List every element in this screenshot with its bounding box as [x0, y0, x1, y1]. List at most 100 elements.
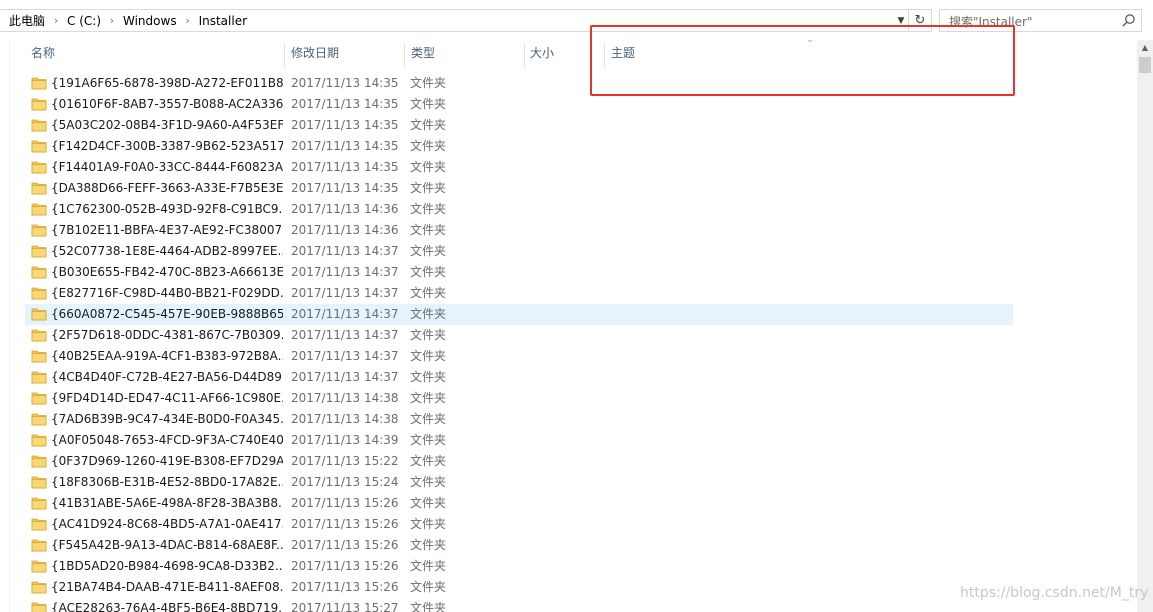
list-item[interactable]: {9FD4D14D-ED47-4C11-AF66-1C980E... 2017/1…: [25, 388, 1013, 409]
file-name[interactable]: {1C762300-052B-493D-92F8-C91BC9...: [51, 199, 283, 220]
scroll-up-icon[interactable]: ▲: [1137, 40, 1153, 56]
folder-icon: [31, 203, 47, 216]
list-item[interactable]: {A0F05048-7653-4FCD-9F3A-C740E40... 2017/…: [25, 430, 1013, 451]
file-name[interactable]: {F14401A9-F0A0-33CC-8444-F60823A...: [51, 157, 283, 178]
folder-icon: [31, 329, 47, 342]
chevron-right-icon[interactable]: ›: [179, 14, 197, 27]
file-name[interactable]: {ACE28263-76A4-4BF5-B6E4-8BD719...: [51, 598, 283, 612]
folder-icon: [31, 77, 47, 90]
folder-icon: [31, 560, 47, 573]
column-header-row: 名称 修改日期 类型 大小 主题 ⌄: [0, 36, 1137, 68]
file-type: 文件夹: [410, 307, 447, 321]
list-item[interactable]: {AC41D924-8C68-4BD5-A7A1-0AE417... 2017/1…: [25, 514, 1013, 535]
chevron-right-icon[interactable]: ›: [47, 14, 65, 27]
list-item[interactable]: {F142D4CF-300B-3387-9B62-523A517... 2017/…: [25, 136, 1013, 157]
column-header-name[interactable]: 名称: [25, 40, 284, 68]
file-type: 文件夹: [410, 223, 447, 237]
list-item[interactable]: {1BD5AD20-B984-4698-9CA8-D33B2... 2017/11…: [25, 556, 1013, 577]
file-name[interactable]: {2F57D618-0DDC-4381-867C-7B0309...: [51, 325, 283, 346]
file-modified-date: 2017/11/13 15:26: [291, 559, 399, 573]
list-item[interactable]: {F545A42B-9A13-4DAC-B814-68AE8F... 2017/1…: [25, 535, 1013, 556]
file-name[interactable]: {DA388D66-FEFF-3663-A33E-F7B5E3E...: [51, 178, 283, 199]
file-name[interactable]: {21BA74B4-DAAB-471E-B411-8AEF08...: [51, 577, 283, 598]
folder-icon: [31, 287, 47, 300]
file-name[interactable]: {0F37D969-1260-419E-B308-EF7D29A...: [51, 451, 283, 472]
list-item[interactable]: {7AD6B39B-9C47-434E-B0D0-F0A345... 2017/1…: [25, 409, 1013, 430]
list-item[interactable]: {191A6F65-6878-398D-A272-EF011B8... 2017/…: [25, 73, 1013, 94]
list-item[interactable]: {01610F6F-8AB7-3557-B088-AC2A336... 2017/…: [25, 94, 1013, 115]
list-item[interactable]: {52C07738-1E8E-4464-ADB2-8997EE... 2017/1…: [25, 241, 1013, 262]
file-name[interactable]: {5A03C202-08B4-3F1D-9A60-A4F53EF...: [51, 115, 283, 136]
file-name[interactable]: {7B102E11-BBFA-4E37-AE92-FC38007...: [51, 220, 283, 241]
search-input[interactable]: 搜索"Installer": [939, 9, 1142, 32]
list-item[interactable]: {7B102E11-BBFA-4E37-AE92-FC38007... 2017/…: [25, 220, 1013, 241]
file-type: 文件夹: [410, 454, 447, 468]
list-item[interactable]: {DA388D66-FEFF-3663-A33E-F7B5E3E... 2017/…: [25, 178, 1013, 199]
list-item[interactable]: {1C762300-052B-493D-92F8-C91BC9... 2017/1…: [25, 199, 1013, 220]
breadcrumb-this-pc[interactable]: 此电脑: [7, 12, 47, 29]
column-header-type[interactable]: 类型: [405, 40, 524, 68]
file-name[interactable]: {191A6F65-6878-398D-A272-EF011B8...: [51, 73, 283, 94]
folder-icon: [31, 434, 47, 447]
file-name[interactable]: {40B25EAA-919A-4CF1-B383-972B8A...: [51, 346, 283, 367]
file-type: 文件夹: [410, 496, 447, 510]
file-modified-date: 2017/11/13 14:37: [291, 370, 399, 384]
chevron-right-icon[interactable]: ›: [103, 14, 121, 27]
column-header-modified[interactable]: 修改日期: [285, 40, 404, 68]
file-name[interactable]: {41B31ABE-5A6E-498A-8F28-3BA3B8...: [51, 493, 283, 514]
file-name[interactable]: {A0F05048-7653-4FCD-9F3A-C740E40...: [51, 430, 283, 451]
file-type: 文件夹: [410, 202, 447, 216]
list-item[interactable]: {660A0872-C545-457E-90EB-9888B65... 2017/…: [25, 304, 1013, 325]
search-placeholder: 搜索"Installer": [949, 15, 1033, 29]
file-modified-date: 2017/11/13 15:27: [291, 601, 399, 612]
explorer-window: 此电脑 › C (C:) › Windows › Installer ▼ ↻ 搜…: [0, 0, 1153, 612]
column-header-size[interactable]: 大小: [524, 40, 604, 68]
folder-icon: [31, 581, 47, 594]
file-type: 文件夹: [410, 412, 447, 426]
list-item[interactable]: {5A03C202-08B4-3F1D-9A60-A4F53EF... 2017/…: [25, 115, 1013, 136]
file-modified-date: 2017/11/13 14:38: [291, 391, 399, 405]
list-item[interactable]: {0F37D969-1260-419E-B308-EF7D29A... 2017/…: [25, 451, 1013, 472]
list-item[interactable]: {B030E655-FB42-470C-8B23-A66613E... 2017/…: [25, 262, 1013, 283]
file-name[interactable]: {1BD5AD20-B984-4698-9CA8-D33B2...: [51, 556, 283, 577]
file-name[interactable]: {E827716F-C98D-44B0-BB21-F029DD...: [51, 283, 283, 304]
list-item[interactable]: {F14401A9-F0A0-33CC-8444-F60823A... 2017/…: [25, 157, 1013, 178]
file-name[interactable]: {F545A42B-9A13-4DAC-B814-68AE8F...: [51, 535, 283, 556]
breadcrumb-installer[interactable]: Installer: [197, 14, 249, 28]
breadcrumb-windows[interactable]: Windows: [121, 14, 179, 28]
file-modified-date: 2017/11/13 14:36: [291, 223, 399, 237]
chevron-down-icon[interactable]: ▼: [895, 15, 907, 27]
list-item[interactable]: {21BA74B4-DAAB-471E-B411-8AEF08... 2017/1…: [25, 577, 1013, 598]
folder-icon: [31, 266, 47, 279]
file-name[interactable]: {4CB4D40F-C72B-4E27-BA56-D44D89...: [51, 367, 283, 388]
file-type: 文件夹: [410, 181, 447, 195]
list-item[interactable]: {41B31ABE-5A6E-498A-8F28-3BA3B8... 2017/1…: [25, 493, 1013, 514]
scrollbar-thumb[interactable]: [1139, 57, 1151, 73]
file-name[interactable]: {18F8306B-E31B-4E52-8BD0-17A82E...: [51, 472, 283, 493]
file-name[interactable]: {F142D4CF-300B-3387-9B62-523A517...: [51, 136, 283, 157]
file-type: 文件夹: [410, 97, 447, 111]
breadcrumb-c-drive[interactable]: C (C:): [65, 14, 103, 28]
file-type: 文件夹: [410, 118, 447, 132]
file-type: 文件夹: [410, 244, 447, 258]
file-name[interactable]: {B030E655-FB42-470C-8B23-A66613E...: [51, 262, 283, 283]
file-name[interactable]: {52C07738-1E8E-4464-ADB2-8997EE...: [51, 241, 283, 262]
file-name[interactable]: {01610F6F-8AB7-3557-B088-AC2A336...: [51, 94, 283, 115]
folder-icon: [31, 140, 47, 153]
vertical-scrollbar[interactable]: ▲: [1137, 40, 1153, 612]
list-item[interactable]: {2F57D618-0DDC-4381-867C-7B0309... 2017/1…: [25, 325, 1013, 346]
list-item[interactable]: {18F8306B-E31B-4E52-8BD0-17A82E... 2017/1…: [25, 472, 1013, 493]
file-name[interactable]: {660A0872-C545-457E-90EB-9888B65...: [51, 304, 283, 325]
address-bar[interactable]: 此电脑 › C (C:) › Windows › Installer ▼ ↻: [0, 9, 932, 32]
list-item[interactable]: {4CB4D40F-C72B-4E27-BA56-D44D89... 2017/1…: [25, 367, 1013, 388]
search-icon[interactable]: [1121, 13, 1136, 28]
file-type: 文件夹: [410, 265, 447, 279]
list-item[interactable]: {E827716F-C98D-44B0-BB21-F029DD... 2017/1…: [25, 283, 1013, 304]
refresh-button[interactable]: ↻: [908, 10, 931, 31]
list-item[interactable]: {ACE28263-76A4-4BF5-B6E4-8BD719... 2017/1…: [25, 598, 1013, 612]
list-item[interactable]: {40B25EAA-919A-4CF1-B383-972B8A... 2017/1…: [25, 346, 1013, 367]
file-name[interactable]: {AC41D924-8C68-4BD5-A7A1-0AE417...: [51, 514, 283, 535]
address-bar-row: 此电脑 › C (C:) › Windows › Installer ▼ ↻ 搜…: [0, 0, 1153, 40]
file-name[interactable]: {7AD6B39B-9C47-434E-B0D0-F0A345...: [51, 409, 283, 430]
file-name[interactable]: {9FD4D14D-ED47-4C11-AF66-1C980E...: [51, 388, 283, 409]
